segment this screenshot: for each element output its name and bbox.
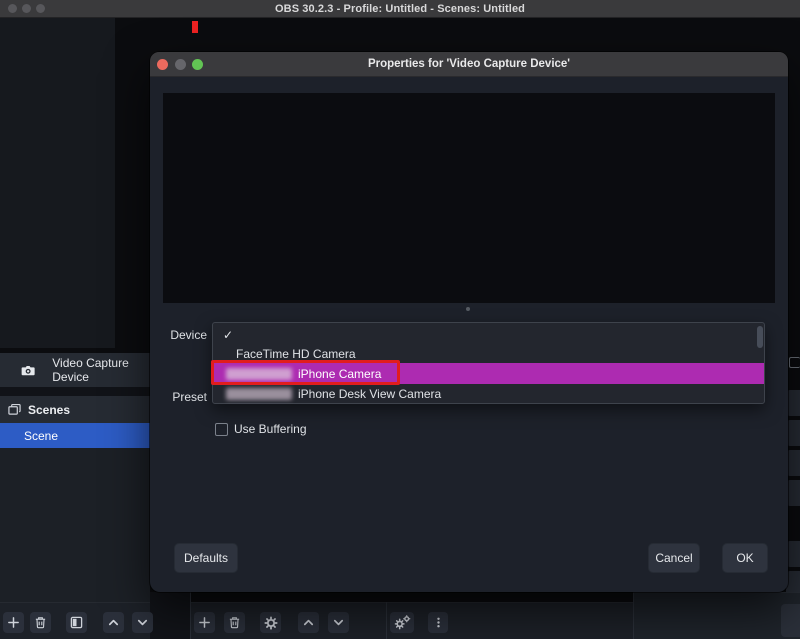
controls-dock-button[interactable]: [781, 604, 800, 637]
ok-button[interactable]: OK: [722, 543, 768, 573]
advanced-audio-properties-button[interactable]: [390, 612, 414, 633]
add-scene-button[interactable]: [3, 612, 24, 633]
close-dialog-icon[interactable]: [157, 59, 168, 70]
use-buffering-row: Use Buffering: [215, 422, 307, 436]
kebab-menu-icon: [432, 616, 445, 629]
plus-icon: [7, 616, 20, 629]
selected-source-handle[interactable]: [192, 21, 198, 33]
chevron-down-icon: [332, 616, 345, 629]
dropdown-option-blank[interactable]: ✓: [213, 325, 764, 344]
dropdown-option-iphone-camera[interactable]: iPhone Camera: [213, 363, 764, 384]
scene-item-label: Scene: [24, 429, 58, 443]
obs-window: OBS 30.2.3 - Profile: Untitled - Scenes:…: [0, 0, 800, 639]
bottom-right-panel: [634, 592, 800, 639]
move-scene-down-button[interactable]: [132, 612, 153, 633]
left-panel-background: [0, 18, 115, 348]
filters-icon: [70, 616, 83, 629]
defaults-button[interactable]: Defaults: [174, 543, 238, 573]
properties-dialog: Properties for 'Video Capture Device' De…: [150, 52, 788, 592]
chevron-up-icon: [107, 616, 120, 629]
preset-label: Preset: [150, 390, 207, 404]
redacted-name: [226, 388, 292, 400]
dropdown-option-facetime[interactable]: FaceTime HD Camera: [213, 344, 764, 363]
checkmark-icon: ✓: [223, 328, 233, 342]
controls-dock-button[interactable]: [786, 541, 800, 567]
toolbar-divider: [633, 592, 634, 639]
dock-divider: [0, 387, 150, 396]
cancel-button[interactable]: Cancel: [648, 543, 700, 573]
source-item-label: Video Capture Device: [52, 356, 150, 384]
dock-splitter: [150, 592, 190, 639]
scene-filters-button[interactable]: [66, 612, 87, 633]
scene-list-item-selected[interactable]: Scene: [0, 423, 150, 448]
toolbar-divider: [190, 592, 191, 639]
source-item-video-capture-device[interactable]: Video Capture Device: [0, 353, 150, 387]
minimize-dialog-icon: [175, 59, 186, 70]
gear-icon: [264, 616, 278, 630]
gears-icon: [394, 615, 411, 630]
controls-dock-button[interactable]: [786, 390, 800, 416]
audio-mixer-menu-button[interactable]: [428, 612, 448, 633]
chevron-up-icon: [302, 616, 315, 629]
dialog-title: Properties for 'Video Capture Device': [368, 58, 570, 70]
trash-icon: [34, 616, 47, 629]
app-titlebar: OBS 30.2.3 - Profile: Untitled - Scenes:…: [0, 0, 800, 18]
dropdown-option-iphone-deskview[interactable]: iPhone Desk View Camera: [213, 384, 764, 403]
move-scene-up-button[interactable]: [103, 612, 124, 633]
use-buffering-checkbox[interactable]: [215, 423, 228, 436]
scenes-dock-header: Scenes: [0, 396, 150, 423]
use-buffering-label: Use Buffering: [234, 422, 307, 436]
chevron-down-icon: [136, 616, 149, 629]
controls-dock-button[interactable]: [786, 450, 800, 476]
app-title: OBS 30.2.3 - Profile: Untitled - Scenes:…: [275, 3, 525, 15]
toolbar-divider: [386, 602, 387, 639]
dropdown-scrollbar[interactable]: [757, 326, 763, 348]
add-source-button[interactable]: [194, 612, 215, 633]
camera-icon: [21, 364, 35, 377]
device-dropdown-list: ✓ FaceTime HD Camera iPhone Camera iPhon…: [212, 322, 765, 404]
preview-resize-handle[interactable]: [466, 307, 470, 311]
scenes-icon: [8, 403, 21, 416]
device-label: Device: [150, 328, 207, 342]
scenes-header-label: Scenes: [28, 403, 70, 417]
remove-source-button[interactable]: [224, 612, 245, 633]
zoom-dialog-icon[interactable]: [192, 59, 203, 70]
trash-icon: [228, 616, 241, 629]
move-source-down-button[interactable]: [328, 612, 349, 633]
source-properties-button[interactable]: [260, 612, 281, 633]
controls-dock-button[interactable]: [786, 420, 800, 446]
remove-scene-button[interactable]: [30, 612, 51, 633]
plus-icon: [198, 616, 211, 629]
controls-dock-button[interactable]: [786, 480, 800, 506]
dialog-titlebar: Properties for 'Video Capture Device': [150, 52, 788, 77]
minimize-window-icon[interactable]: [22, 4, 31, 13]
zoom-window-icon[interactable]: [36, 4, 45, 13]
redacted-name: [226, 368, 292, 380]
controls-dock-icon: [789, 357, 800, 368]
close-window-icon[interactable]: [8, 4, 17, 13]
source-preview: [163, 93, 775, 303]
move-source-up-button[interactable]: [298, 612, 319, 633]
